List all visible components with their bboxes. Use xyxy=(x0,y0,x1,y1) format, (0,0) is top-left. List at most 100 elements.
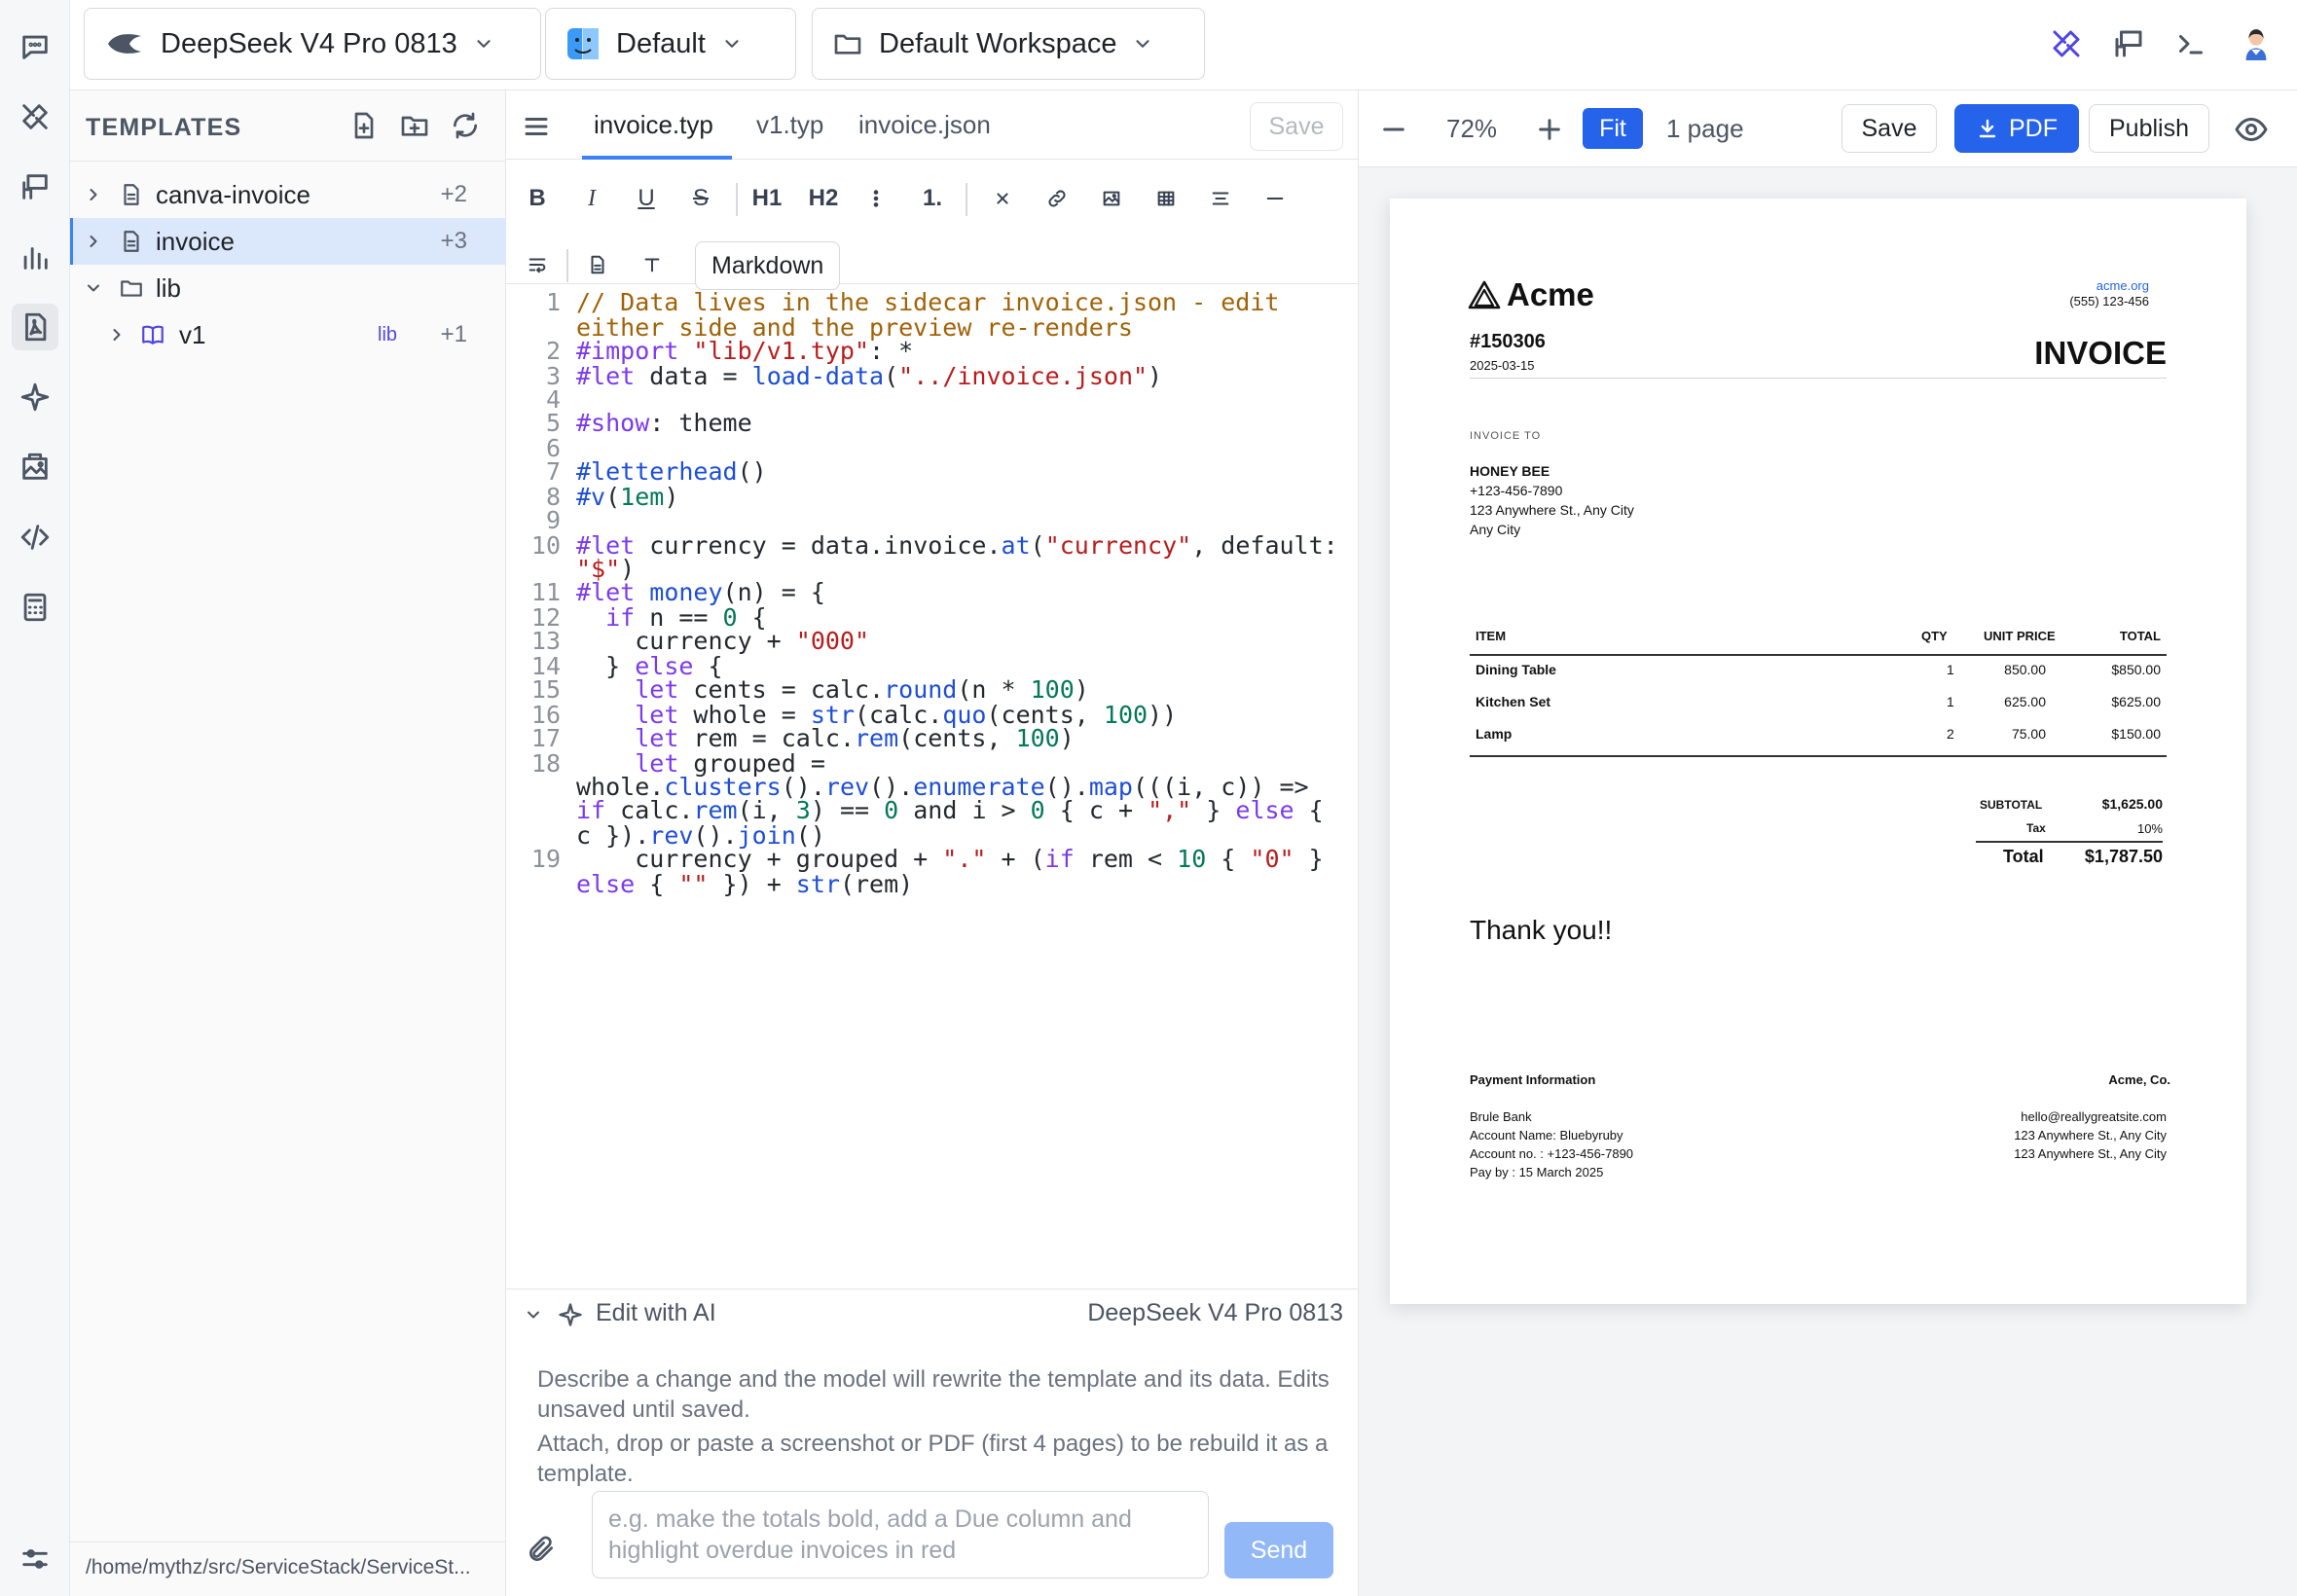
chat-icon[interactable] xyxy=(12,23,58,70)
h1-button[interactable]: H1 xyxy=(747,179,786,218)
avatar[interactable] xyxy=(2231,18,2281,68)
line-number: 15 xyxy=(530,675,561,704)
pdf-download-button[interactable]: PDF xyxy=(1954,104,2079,153)
h2-button[interactable]: H2 xyxy=(804,179,843,218)
subtotal-value: $1,625.00 xyxy=(2101,796,2163,812)
menu-icon[interactable] xyxy=(522,112,551,141)
pdf-icon[interactable] xyxy=(12,304,58,350)
ai-panel-title: Edit with AI xyxy=(596,1299,716,1326)
refresh-icon[interactable] xyxy=(450,110,483,143)
company-email: hello@reallygreatsite.com xyxy=(2021,1109,2167,1124)
zoom-in-icon[interactable] xyxy=(1534,114,1565,145)
bold-button[interactable]: B xyxy=(520,179,555,218)
wrap-text-icon[interactable] xyxy=(520,245,555,284)
image-icon[interactable] xyxy=(1092,179,1131,218)
total-label: Total xyxy=(2003,847,2044,866)
client-address: 123 Anywhere St., Any City xyxy=(1470,502,1634,518)
tree-item-v1[interactable]: v1 lib +1 xyxy=(70,311,506,358)
publish-button[interactable]: Publish xyxy=(2089,104,2209,153)
ai-model-label: DeepSeek V4 Pro 0813 xyxy=(1087,1299,1343,1326)
tools-icon[interactable] xyxy=(12,93,58,140)
presentation-icon[interactable] xyxy=(2106,21,2151,66)
fit-button[interactable]: Fit xyxy=(1583,108,1643,149)
ai-prompt-input[interactable]: e.g. make the totals bold, add a Due col… xyxy=(592,1491,1209,1578)
sparkle-icon[interactable] xyxy=(12,374,58,420)
line-number: 18 xyxy=(530,749,561,778)
file-icon xyxy=(124,184,139,205)
line-number: 5 xyxy=(545,409,561,437)
document-icon[interactable] xyxy=(580,245,615,284)
tab-invoice-json[interactable]: invoice.json xyxy=(858,110,991,140)
line-number: 9 xyxy=(545,506,561,534)
page-count: 1 page xyxy=(1666,114,1744,143)
tools-icon[interactable] xyxy=(2044,21,2089,66)
calculator-icon[interactable] xyxy=(12,584,58,631)
item-total: $625.00 xyxy=(2111,694,2161,709)
terminal-icon[interactable] xyxy=(2169,21,2213,66)
code-icon[interactable] xyxy=(12,514,58,561)
chart-icon[interactable] xyxy=(12,234,58,280)
profile-select[interactable]: Default xyxy=(545,8,796,80)
column-header: UNIT PRICE xyxy=(1984,629,2056,643)
clear-format-icon[interactable] xyxy=(983,179,1022,218)
tab-invoice-typ[interactable]: invoice.typ xyxy=(594,110,713,140)
code-line: #let data = load-data("../invoice.json") xyxy=(576,362,1163,390)
finder-icon xyxy=(567,28,599,59)
file-icon xyxy=(124,231,139,252)
workspace-select[interactable]: Default Workspace xyxy=(812,8,1205,80)
send-button[interactable]: Send xyxy=(1224,1522,1333,1578)
client-name: HONEY BEE xyxy=(1470,463,1550,479)
item-total: $150.00 xyxy=(2111,726,2161,742)
invoice-heading: INVOICE xyxy=(2034,335,2167,371)
total-value: $1,787.50 xyxy=(2084,847,2163,866)
item-price: 625.00 xyxy=(2004,694,2046,709)
eye-icon[interactable] xyxy=(2233,112,2272,147)
zoom-level: 72% xyxy=(1446,114,1498,143)
invoice-date: 2025-03-15 xyxy=(1470,358,1535,373)
italic-button[interactable]: I xyxy=(574,179,609,218)
profile-select-label: Default xyxy=(616,27,706,59)
code-editor[interactable]: 1 // Data lives in the sidecar invoice.j… xyxy=(506,284,1359,1288)
code-line: let cents = calc.round(n * 100) xyxy=(635,675,1089,704)
line-number: 1 xyxy=(545,288,561,316)
line-number: 11 xyxy=(530,578,561,606)
line-number: 19 xyxy=(530,845,561,873)
presentation-icon[interactable] xyxy=(12,163,58,210)
tree-item-lib[interactable]: lib xyxy=(70,265,506,311)
line-number: 13 xyxy=(530,627,561,655)
tree-item-invoice[interactable]: invoice +3 xyxy=(70,218,506,265)
underline-button[interactable]: U xyxy=(629,179,664,218)
new-file-icon[interactable] xyxy=(348,110,382,143)
ordered-list-button[interactable]: 1. xyxy=(913,179,952,218)
model-select[interactable]: DeepSeek V4 Pro 0813 xyxy=(84,8,541,80)
text-type-icon[interactable] xyxy=(635,245,670,284)
zoom-out-icon[interactable] xyxy=(1378,114,1409,145)
align-center-icon[interactable] xyxy=(1201,179,1240,218)
horizontal-rule-icon[interactable] xyxy=(1256,179,1294,218)
strikethrough-button[interactable]: S xyxy=(683,179,718,218)
chevron-right-icon xyxy=(90,236,97,247)
company-address: 123 Anywhere St., Any City xyxy=(2014,1146,2167,1161)
new-folder-icon[interactable] xyxy=(399,110,432,143)
ai-panel-header[interactable]: Edit with AI DeepSeek V4 Pro 0813 xyxy=(506,1288,1359,1337)
chevron-down-icon xyxy=(725,40,739,48)
client-phone: +123-456-7890 xyxy=(1470,483,1563,498)
markdown-button[interactable]: Markdown xyxy=(695,241,841,290)
table-row: Lamp 2 75.00 $150.00 xyxy=(1470,720,2167,752)
editor-panel: invoice.typ v1.typ invoice.json Save B I… xyxy=(506,90,1359,1596)
toolbar-divider xyxy=(966,183,967,216)
tree-item-canva-invoice[interactable]: canva-invoice +2 xyxy=(70,171,506,218)
company-address: 123 Anywhere St., Any City xyxy=(2014,1128,2167,1143)
invoice-to-label: INVOICE TO xyxy=(1470,430,1542,442)
image-icon[interactable] xyxy=(12,444,58,490)
link-icon[interactable] xyxy=(1038,179,1076,218)
ai-description: Describe a change and the model will rew… xyxy=(537,1366,1330,1423)
templates-panel: TEMPLATES canva-invoice +2 invoice +3 li… xyxy=(70,90,506,1596)
save-button[interactable]: Save xyxy=(1841,104,1937,153)
paperclip-icon[interactable] xyxy=(526,1534,561,1569)
settings-sliders-icon[interactable] xyxy=(12,1538,58,1580)
more-vertical-icon[interactable] xyxy=(858,179,893,218)
tab-v1-typ[interactable]: v1.typ xyxy=(756,110,823,140)
save-button[interactable]: Save xyxy=(1250,102,1343,151)
table-icon[interactable] xyxy=(1147,179,1185,218)
